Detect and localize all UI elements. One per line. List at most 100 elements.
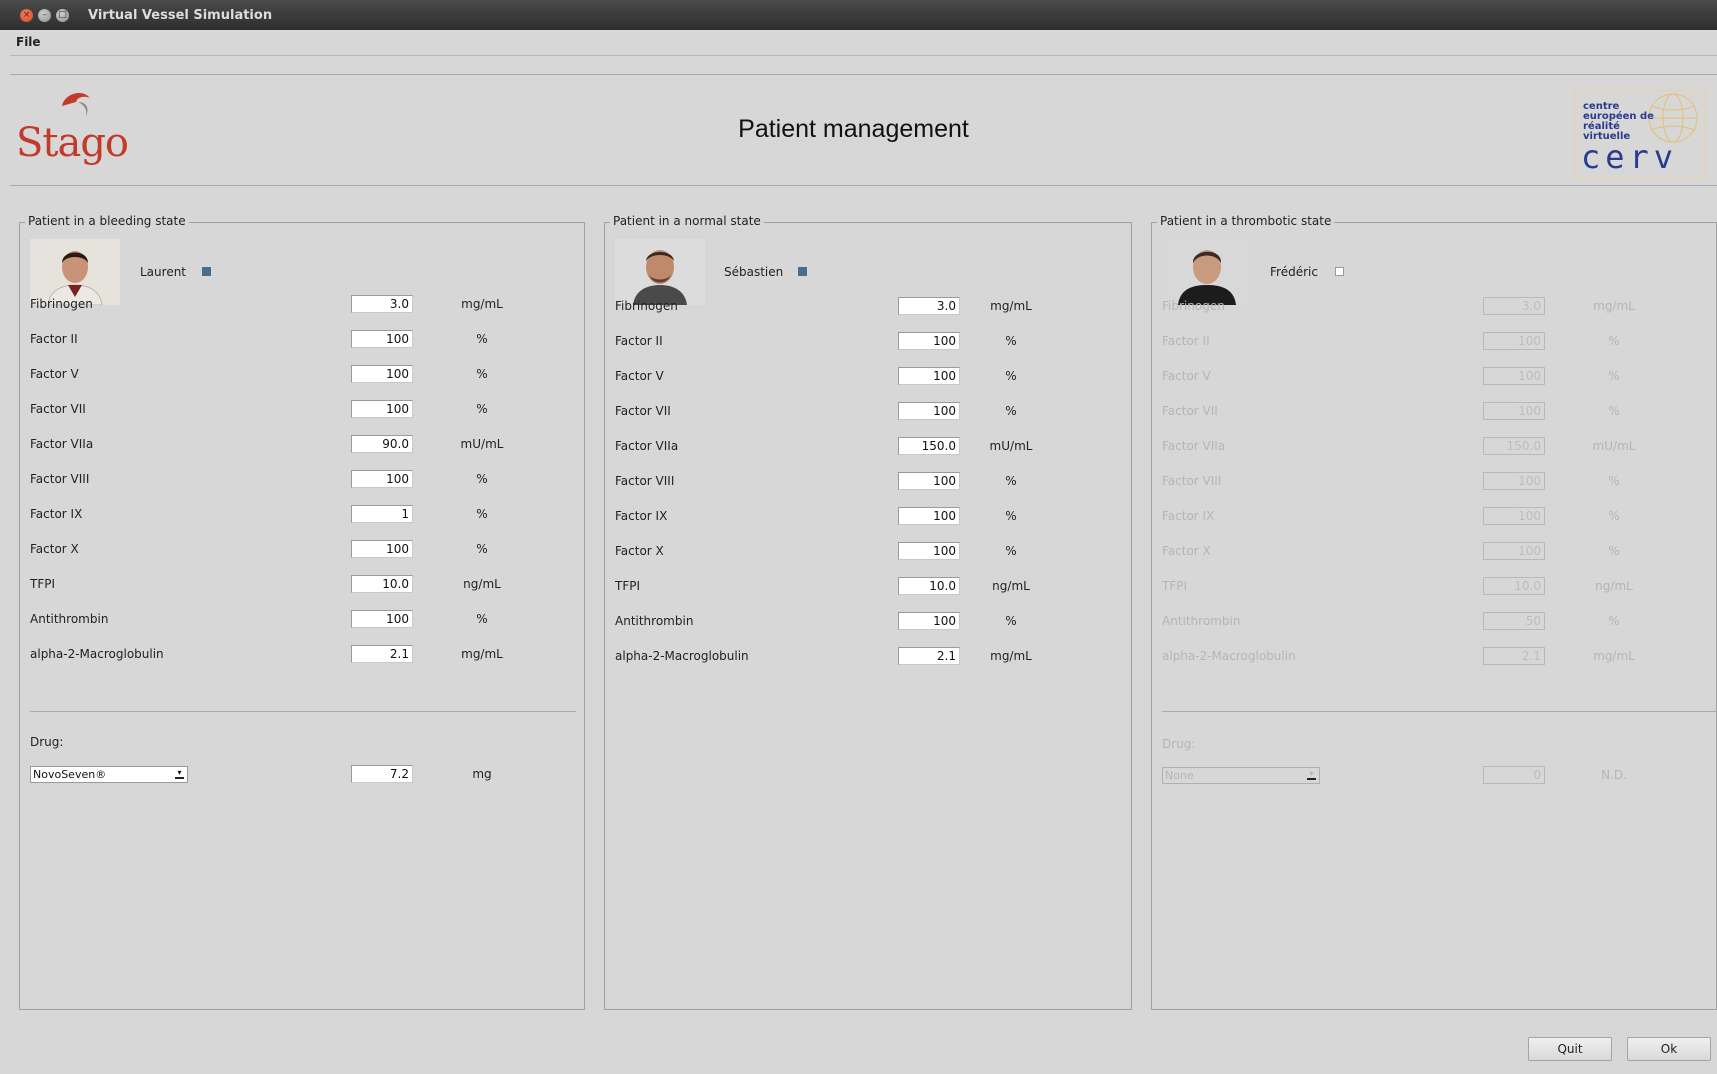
parameter-value-input[interactable]: 100 (1483, 402, 1545, 420)
parameter-label: Fibrinogen (615, 299, 678, 313)
parameter-value-input[interactable]: 100 (898, 612, 960, 630)
minimize-window-icon[interactable]: – (38, 8, 51, 22)
parameter-value-input[interactable]: 150.0 (898, 437, 960, 455)
parameter-value-input[interactable]: 10.0 (351, 575, 413, 593)
parameter-value-input[interactable]: 2.1 (1483, 647, 1545, 665)
parameter-unit: % (1005, 369, 1017, 383)
parameter-value-input[interactable]: 100 (351, 400, 413, 418)
parameter-value-input[interactable]: 90.0 (351, 435, 413, 453)
parameter-label: Factor VII (615, 404, 671, 418)
parameter-value-input[interactable]: 100 (898, 472, 960, 490)
title-bar: × – □ Virtual Vessel Simulation (0, 0, 1717, 30)
parameter-unit: ng/mL (1595, 579, 1633, 593)
parameter-value-input[interactable]: 100 (351, 540, 413, 558)
parameter-unit: % (476, 612, 488, 626)
parameter-value-input[interactable]: 100 (898, 402, 960, 420)
quit-button[interactable]: Quit (1528, 1037, 1612, 1061)
parameter-value-input[interactable]: 10.0 (898, 577, 960, 595)
parameter-value-input[interactable]: 100 (351, 365, 413, 383)
parameter-unit: % (1608, 334, 1620, 348)
parameter-unit: % (1005, 334, 1017, 348)
parameter-label: Factor II (615, 334, 663, 348)
chevron-down-icon[interactable]: ▾ (1307, 770, 1316, 780)
panel-legend: Patient in a thrombotic state (1157, 214, 1335, 228)
parameter-label: Fibrinogen (30, 297, 93, 311)
patient-select-checkbox[interactable] (798, 267, 807, 276)
patient-select-checkbox[interactable] (202, 267, 211, 276)
parameter-label: Factor II (30, 332, 78, 346)
parameter-unit: ng/mL (992, 579, 1030, 593)
parameter-label: Factor II (1162, 334, 1210, 348)
drug-dose-input[interactable]: 7.2 (351, 765, 413, 783)
parameter-value-input[interactable]: 100 (1483, 332, 1545, 350)
parameter-label: Factor VIIa (1162, 439, 1226, 453)
panel-normal-state: Patient in a normal state Sébastien Fibr… (604, 214, 1132, 1010)
parameter-label: Factor VII (1162, 404, 1218, 418)
drug-label: Drug: (30, 735, 64, 749)
maximize-window-icon[interactable]: □ (56, 8, 69, 22)
menu-file[interactable]: File (16, 35, 41, 49)
parameter-unit: mg/mL (1593, 649, 1635, 663)
parameter-unit: % (1608, 474, 1620, 488)
parameter-value-input[interactable]: 100 (351, 330, 413, 348)
parameter-value-input[interactable]: 1 (351, 505, 413, 523)
patient-portrait-icon (30, 239, 120, 305)
patient-select-checkbox[interactable] (1335, 267, 1344, 276)
drug-select[interactable]: None ▾ (1162, 767, 1320, 784)
drug-select-value: None (1165, 769, 1194, 782)
application-window: × – □ Virtual Vessel Simulation File Sta… (0, 0, 1717, 1074)
parameter-value-input[interactable]: 10.0 (1483, 577, 1545, 595)
parameter-value-input[interactable]: 50 (1483, 612, 1545, 630)
parameter-value-input[interactable]: 100 (898, 332, 960, 350)
parameter-value-input[interactable]: 100 (898, 507, 960, 525)
patient-name: Frédéric (1270, 265, 1318, 279)
parameter-unit: % (1005, 614, 1017, 628)
parameter-value-input[interactable]: 100 (1483, 472, 1545, 490)
parameter-value-input[interactable]: 100 (898, 367, 960, 385)
parameter-value-input[interactable]: 3.0 (351, 295, 413, 313)
parameter-label: Factor VIII (30, 472, 90, 486)
parameter-unit: % (1005, 544, 1017, 558)
parameter-label: Factor VII (30, 402, 86, 416)
parameter-unit: % (1608, 369, 1620, 383)
parameter-label: Factor V (615, 369, 664, 383)
parameter-unit: ng/mL (463, 577, 501, 591)
parameter-label: Factor VIII (615, 474, 675, 488)
parameter-unit: % (1608, 614, 1620, 628)
drug-select[interactable]: NovoSeven® ▾ (30, 766, 188, 783)
patient-portrait-icon (1162, 239, 1252, 305)
parameter-value-input[interactable]: 100 (1483, 507, 1545, 525)
parameter-label: Factor VIIa (30, 437, 94, 451)
parameter-unit: % (476, 472, 488, 486)
cerv-logo-subtitle: centre européen de réalité virtuelle (1583, 102, 1654, 142)
parameter-value-input[interactable]: 3.0 (898, 297, 960, 315)
patient-photo (30, 239, 120, 305)
parameter-unit: mg/mL (461, 647, 503, 661)
parameter-value-input[interactable]: 100 (898, 542, 960, 560)
parameter-unit: mg/mL (1593, 299, 1635, 313)
parameter-value-input[interactable]: 150.0 (1483, 437, 1545, 455)
patient-name: Sébastien (724, 265, 784, 279)
parameter-unit: % (1608, 509, 1620, 523)
drug-label: Drug: (1162, 737, 1196, 751)
parameter-value-input[interactable]: 100 (351, 470, 413, 488)
chevron-down-icon[interactable]: ▾ (175, 769, 184, 779)
parameter-unit: mg/mL (990, 299, 1032, 313)
parameter-value-input[interactable]: 100 (1483, 542, 1545, 560)
drug-dose-input[interactable]: 0 (1483, 766, 1545, 784)
parameter-unit: % (476, 542, 488, 556)
parameter-value-input[interactable]: 2.1 (898, 647, 960, 665)
parameter-label: Factor X (1162, 544, 1211, 558)
parameter-value-input[interactable]: 100 (351, 610, 413, 628)
parameter-value-input[interactable]: 3.0 (1483, 297, 1545, 315)
parameter-label: Factor IX (30, 507, 83, 521)
parameter-unit: mg/mL (461, 297, 503, 311)
ok-button[interactable]: Ok (1627, 1037, 1711, 1061)
parameter-value-input[interactable]: 2.1 (351, 645, 413, 663)
cerv-logo-text: cerv (1581, 138, 1679, 176)
panel-legend: Patient in a normal state (610, 214, 764, 228)
parameter-value-input[interactable]: 100 (1483, 367, 1545, 385)
close-window-icon[interactable]: × (20, 8, 33, 22)
patient-name: Laurent (140, 265, 187, 279)
page-title: Patient management (738, 115, 969, 143)
